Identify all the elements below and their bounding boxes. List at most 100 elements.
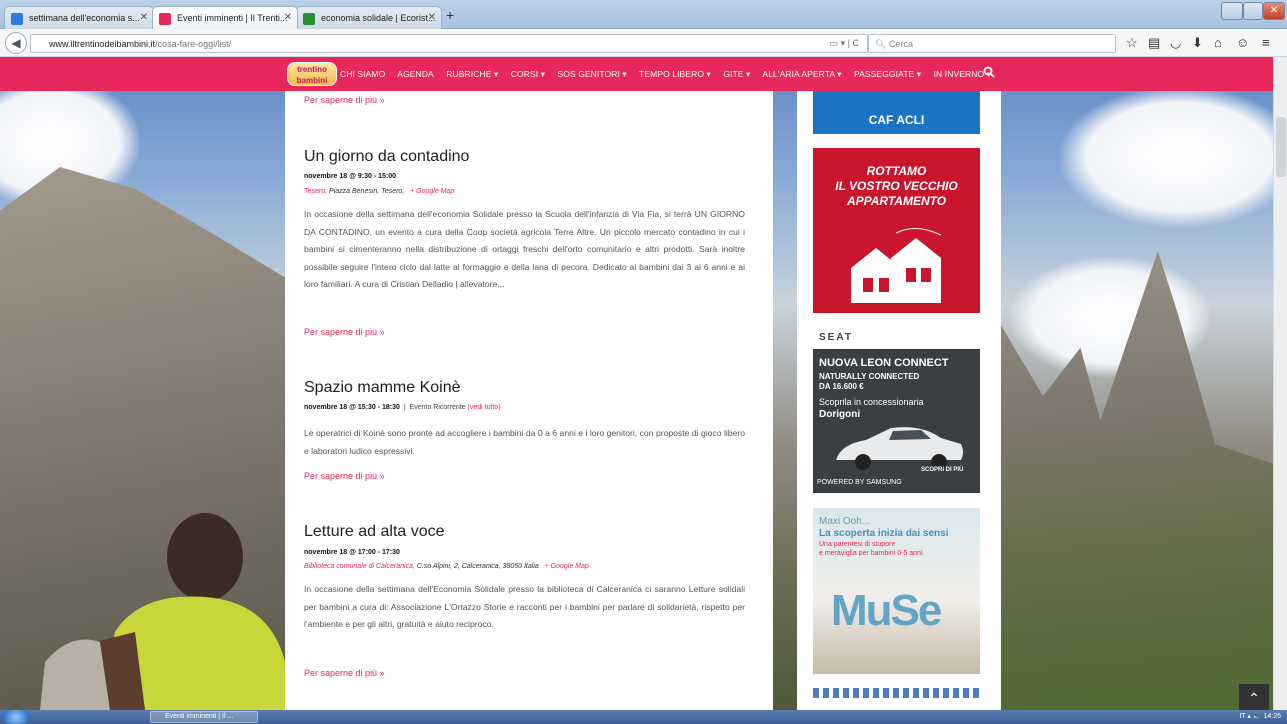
search-input[interactable]: 🔍︎ Cerca [868, 34, 1116, 53]
web-page: trentino bambini CHI SIAMO AGENDA RUBRIC… [0, 57, 1287, 710]
event-date: novembre 18 @ 9:30 - 15:00 [304, 173, 397, 180]
url-actions[interactable]: ▭ ▾ | C [830, 38, 859, 49]
background-cloud [1060, 87, 1287, 227]
rottamo-line: APPARTAMENTO [846, 194, 947, 208]
tab-label: economia solidale | Ecorist... [321, 13, 436, 23]
pocket-icon[interactable]: ◡ [1170, 35, 1181, 51]
start-button[interactable] [2, 710, 30, 724]
new-tab-button[interactable]: + [446, 7, 454, 23]
tab-ecorist[interactable]: economia solidale | Ecorist... ✕ [296, 6, 442, 29]
menu-aria-aperta[interactable]: ALL'ARIA APERTA ▾ [762, 69, 841, 79]
muse-ad[interactable]: Maxi Ooh... La scoperta inizia dai sensi… [813, 508, 980, 674]
venue-link[interactable]: Biblioteca comunale di Calceranica, [304, 563, 415, 570]
muse-subtitle: La scoperta inizia dai sensi [819, 528, 949, 539]
read-more-link[interactable]: Per saperne di più » [304, 95, 385, 105]
event-title[interactable]: Letture ad alta voce [304, 523, 445, 541]
tab-label: settimana dell'economia s... [29, 13, 140, 23]
close-window-button[interactable]: ✕ [1263, 2, 1285, 20]
caf-acli-label: CAF ACLI [868, 113, 925, 127]
menu-gite[interactable]: GITE ▾ [723, 69, 750, 79]
home-icon[interactable]: ⌂ [1214, 35, 1222, 50]
tab-eventi[interactable]: Eventi imminenti | Il Trenti... ✕ [152, 6, 298, 29]
see-all-link[interactable]: (vedi tutto) [468, 404, 501, 411]
read-more-link[interactable]: Per saperne di più » [304, 668, 385, 678]
seat-more: SCOPRI DI PIÙ [921, 467, 964, 473]
url-path: /cosa-fare-oggi/list/ [155, 39, 232, 49]
menu-passeggiate[interactable]: PASSEGGIATE ▾ [854, 69, 921, 79]
menu-chi-siamo[interactable]: CHI SIAMO [340, 69, 385, 79]
site-navbar: trentino bambini CHI SIAMO AGENDA RUBRIC… [0, 57, 1287, 91]
minimize-button[interactable] [1221, 2, 1243, 20]
chat-icon[interactable]: ☺ [1236, 35, 1249, 50]
back-button[interactable]: ◀ [5, 32, 27, 54]
rottamo-ad[interactable]: ROTTAMO IL VOSTRO VECCHIO APPARTAMENTO [813, 148, 980, 313]
ecorist-favicon-icon [303, 13, 315, 25]
page-scrollbar[interactable] [1273, 57, 1287, 710]
venue-link[interactable]: Tesero, [304, 188, 327, 195]
seat-title: NUOVA LEON CONNECT [819, 357, 949, 369]
menu-tempo-libero[interactable]: TEMPO LIBERO ▾ [639, 69, 711, 79]
close-icon[interactable]: ✕ [140, 12, 148, 23]
google-map-link[interactable]: + Google Map [545, 563, 589, 570]
site-favicon-icon [159, 13, 171, 25]
event-description: In occasione della settimana dell'econom… [304, 209, 745, 289]
taskbar-task-firefox[interactable]: Eventi imminenti | Il ... [150, 711, 258, 723]
recurring-label: Evento Ricorrente [409, 404, 466, 411]
search-icon[interactable] [983, 66, 995, 78]
menu-corsi[interactable]: CORSI ▾ [511, 69, 545, 79]
navigation-bar: ◀ www.iltrentinodeibambini.it/cosa-fare-… [0, 29, 1287, 57]
background-person-image [40, 513, 290, 710]
maximize-button[interactable] [1243, 2, 1263, 20]
event-list: Per saperne di più » Un giorno da contad… [285, 91, 773, 710]
site-logo[interactable]: trentino bambini [287, 62, 337, 86]
event-venue: Tesero, Piazza Benesin, Tesero, + Google… [304, 188, 454, 195]
seat-dealer: Dorigoni [819, 409, 861, 420]
close-icon[interactable]: ✕ [284, 12, 292, 23]
url-input[interactable]: www.iltrentinodeibambini.it/cosa-fare-og… [30, 34, 868, 53]
read-more-link[interactable]: Per saperne di più » [304, 471, 385, 481]
houses-icon [851, 228, 942, 303]
bookmarks-list-icon[interactable]: ▤ [1148, 35, 1160, 51]
rottamo-text: ROTTAMO IL VOSTRO VECCHIO APPARTAMENTO [813, 164, 980, 209]
venue-address: C.so Alpini, 2, Calceranica, 38050 Itali… [414, 563, 539, 570]
seat-price: DA 16.600 € [819, 382, 864, 391]
seat-brand: SEAT [813, 327, 980, 349]
muse-logo: MuSe [831, 586, 942, 635]
event-title[interactable]: Un giorno da contadino [304, 148, 469, 166]
google-icon [11, 13, 23, 25]
muse-tagline: e meraviglia per bambini 0-5 anni. [819, 550, 925, 557]
tab-economia[interactable]: settimana dell'economia s... ✕ [4, 6, 154, 29]
event-description: In occasione della settimana dell'Econom… [304, 584, 745, 629]
download-icon[interactable]: ⬇ [1192, 35, 1203, 51]
event-venue: Biblioteca comunale di Calceranica, C.so… [304, 563, 589, 570]
seat-ad[interactable]: SEAT NUOVA LEON CONNECT NATURALLY CONNEC… [813, 327, 980, 493]
seat-powered: POWERED BY SAMSUNG [817, 479, 902, 486]
search-icon: 🔍︎ [875, 39, 889, 49]
muse-tagline: Una parentesi di stupore [819, 541, 896, 548]
menu-icon[interactable]: ≡ [1262, 35, 1270, 50]
url-domain: www.iltrentinodeibambini.it [49, 39, 156, 49]
event-date-text: novembre 18 @ 15:30 - 18:30 [304, 404, 400, 411]
event-title[interactable]: Spazio mamme Koinè [304, 379, 461, 397]
system-tray[interactable]: IT ▴ 🔈 14:26 [1239, 712, 1281, 720]
scrollbar-thumb[interactable] [1276, 117, 1286, 177]
rottamo-line: IL VOSTRO VECCHIO [835, 179, 958, 193]
main-menu: CHI SIAMO AGENDA RUBRICHE ▾ CORSI ▾ SOS … [340, 69, 1001, 80]
menu-sos-genitori[interactable]: SOS GENITORI ▾ [557, 69, 626, 79]
close-icon[interactable]: ✕ [428, 12, 436, 23]
os-taskbar: Eventi imminenti | Il ... IT ▴ 🔈 14:26 [0, 710, 1287, 724]
menu-rubriche[interactable]: RUBRICHE ▾ [446, 69, 498, 79]
venue-address: Piazza Benesin, Tesero, [327, 188, 405, 195]
seat-subtitle: NATURALLY CONNECTED [819, 372, 920, 381]
browser-tab-bar: settimana dell'economia s... ✕ Eventi im… [0, 0, 1287, 29]
scroll-to-top-button[interactable]: ⌃ [1239, 684, 1269, 710]
read-more-link[interactable]: Per saperne di più » [304, 327, 385, 337]
caf-acli-ad[interactable]: CAF ACLI [813, 91, 980, 134]
dotted-banner [813, 688, 980, 698]
menu-agenda[interactable]: AGENDA [397, 69, 434, 79]
google-map-link[interactable]: + Google Map [410, 188, 454, 195]
muse-title: Maxi Ooh... [819, 516, 871, 527]
bookmark-star-icon[interactable]: ☆ [1126, 35, 1138, 51]
car-image [836, 427, 963, 470]
sidebar: CAF ACLI ROTTAMO IL VOSTRO VECCHIO APPAR… [797, 91, 1001, 710]
